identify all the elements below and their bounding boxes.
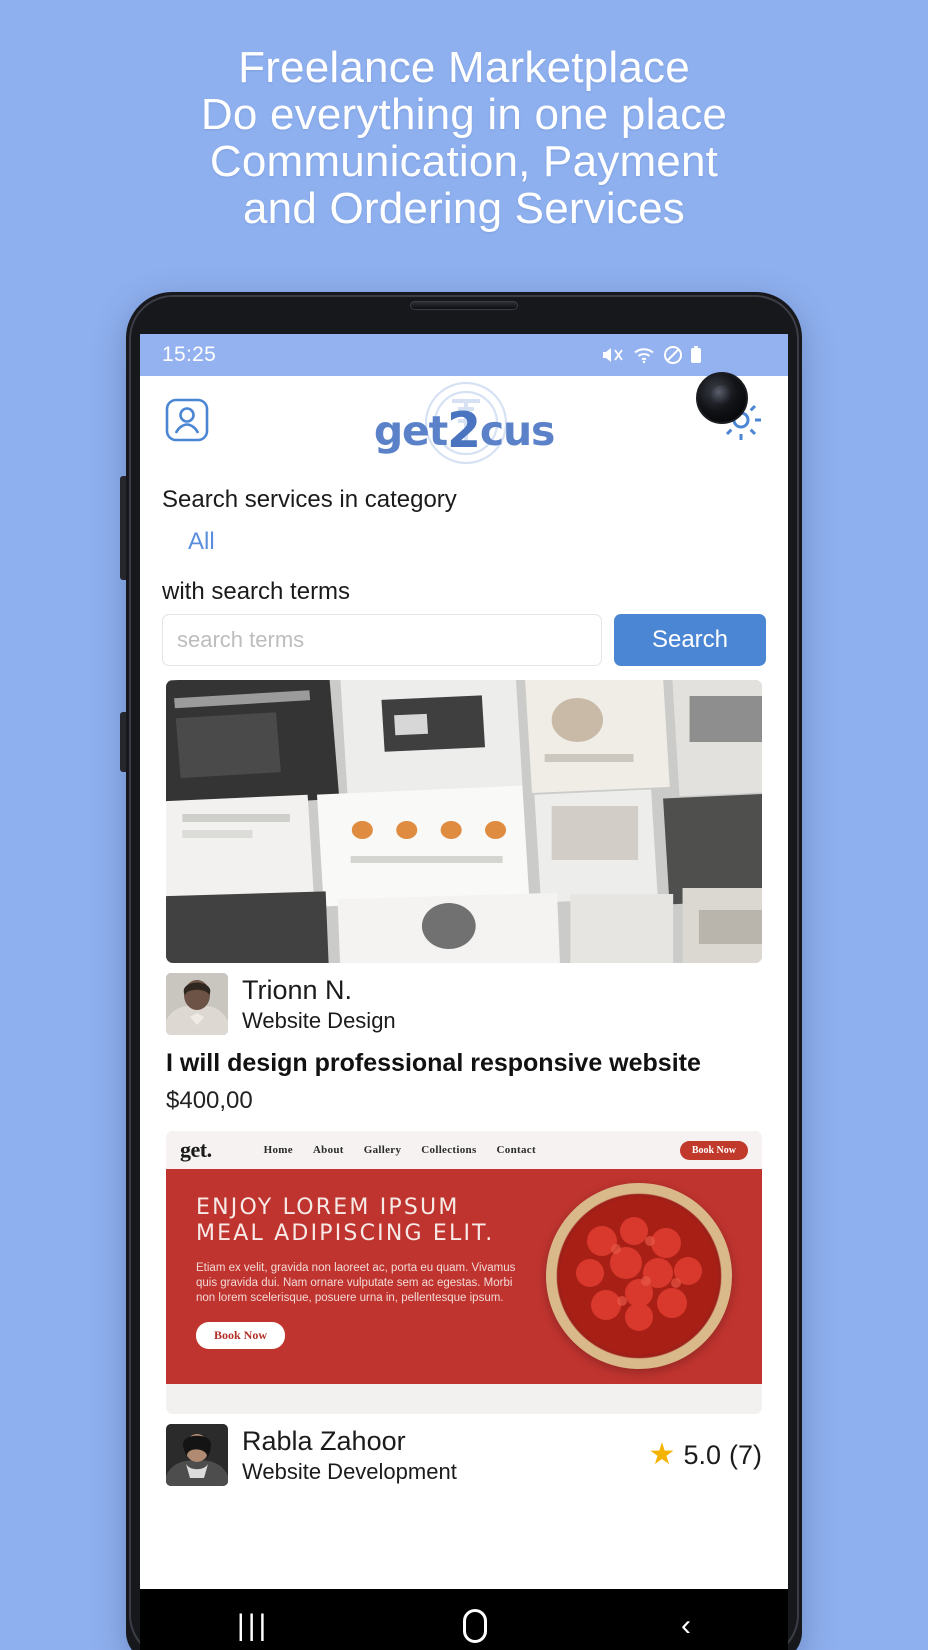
listing-seller-row[interactable]: Trionn N. Website Design <box>166 963 762 1037</box>
star-icon: ★ <box>648 1438 676 1471</box>
banner-cta-button: Book Now <box>196 1322 286 1349</box>
category-label: Search services in category <box>162 486 457 513</box>
promo-line-3: Communication, Payment <box>209 137 719 186</box>
banner-nav-cta: Book Now <box>679 1140 748 1160</box>
brand-prefix: get <box>373 407 448 455</box>
banner-nav-contact: Contact <box>496 1144 536 1156</box>
battery-icon <box>690 345 702 365</box>
banner-hero: ENJOY LOREM IPSUM MEAL ADIPISCING ELIT. … <box>166 1169 762 1384</box>
do-not-disturb-icon <box>663 345 683 365</box>
rating-count: (7) <box>729 1439 762 1470</box>
search-row: Search <box>162 610 766 680</box>
banner-food-image <box>546 1183 732 1369</box>
profile-button[interactable] <box>162 397 212 447</box>
listing-title[interactable]: I will design professional responsive we… <box>166 1037 762 1081</box>
phone-mockup: 15:25 get2cus Search services in categor… <box>120 292 802 1650</box>
app-logo: get2cus <box>140 376 788 468</box>
listing-thumbnail[interactable] <box>166 680 762 963</box>
banner-body-text: Etiam ex velit, gravida non laoreet ac, … <box>196 1262 516 1304</box>
search-button[interactable]: Search <box>614 614 766 666</box>
listing-list: Trionn N. Website Design I will design p… <box>140 680 788 1494</box>
seller-category: Website Design <box>242 1007 396 1033</box>
promo-headline: Freelance Marketplace Do everything in o… <box>0 44 928 232</box>
rating-badge: ★ 5.0 (7) <box>649 1440 762 1471</box>
category-select[interactable]: All <box>162 518 766 566</box>
category-selected-value: All <box>188 528 215 555</box>
volume-button[interactable] <box>120 476 126 580</box>
listing-price: $400,00 <box>166 1087 253 1114</box>
rating-value: 5.0 <box>683 1439 721 1470</box>
avatar <box>166 973 228 1035</box>
banner-nav-gallery: Gallery <box>363 1144 402 1156</box>
status-time: 15:25 <box>162 343 217 366</box>
logo-watermark-icon <box>418 375 514 471</box>
search-input[interactable] <box>162 614 602 666</box>
banner-nav-collections: Collections <box>421 1144 477 1156</box>
brand-suffix: cus <box>479 407 556 455</box>
listing-card[interactable]: get. Home About Gallery Collections Cont… <box>166 1131 762 1494</box>
strawberry-bowl-icon <box>560 1197 718 1355</box>
listing-seller-row[interactable]: Rabla Zahoor Website Development ★ 5.0 (… <box>166 1414 762 1488</box>
seller-category: Website Development <box>242 1458 457 1484</box>
app-header: get2cus <box>140 376 788 468</box>
banner-logo: get. <box>180 1137 212 1162</box>
banner-footer <box>166 1384 762 1414</box>
banner-navbar: get. Home About Gallery Collections Cont… <box>166 1131 762 1169</box>
seller-name: Trionn N. <box>242 974 353 1005</box>
promo-line-2: Do everything in one place <box>200 90 728 139</box>
berries-svg <box>560 1197 718 1355</box>
system-navigation-bar: ||| ‹ <box>140 1589 788 1650</box>
promo-line-1: Freelance Marketplace <box>238 43 690 92</box>
status-bar: 15:25 <box>140 334 788 376</box>
home-icon[interactable] <box>463 1608 488 1643</box>
banner-nav-about: About <box>312 1144 344 1156</box>
wifi-icon <box>632 345 656 365</box>
seller-name: Rabla Zahoor <box>242 1425 406 1456</box>
brand-mark: 2 <box>446 402 481 459</box>
recents-icon[interactable]: ||| <box>237 1610 269 1641</box>
mute-icon <box>601 345 625 365</box>
brand-wordmark: get2cus <box>364 400 564 459</box>
phone-screen: 15:25 get2cus Search services in categor… <box>140 334 788 1589</box>
promo-line-4: and Ordering Services <box>243 184 685 233</box>
terms-label: with search terms <box>162 578 351 605</box>
banner-nav-home: Home <box>263 1144 293 1156</box>
power-button[interactable] <box>120 712 126 772</box>
avatar-image <box>166 973 228 1035</box>
status-icons <box>601 345 772 365</box>
avatar <box>166 1424 228 1486</box>
search-panel: Search services in category All with sea… <box>140 468 788 680</box>
earpiece-speaker <box>410 301 518 310</box>
avatar-image <box>166 1424 228 1486</box>
listing-card[interactable]: Trionn N. Website Design I will design p… <box>166 680 762 1131</box>
back-icon[interactable]: ‹ <box>681 1610 691 1641</box>
profile-icon <box>163 396 211 449</box>
banner-nav-links: Home About Gallery Collections Contact <box>264 1144 536 1156</box>
front-camera <box>696 372 748 424</box>
listing-thumbnail[interactable]: get. Home About Gallery Collections Cont… <box>166 1131 762 1414</box>
website-collage-image <box>166 680 762 963</box>
